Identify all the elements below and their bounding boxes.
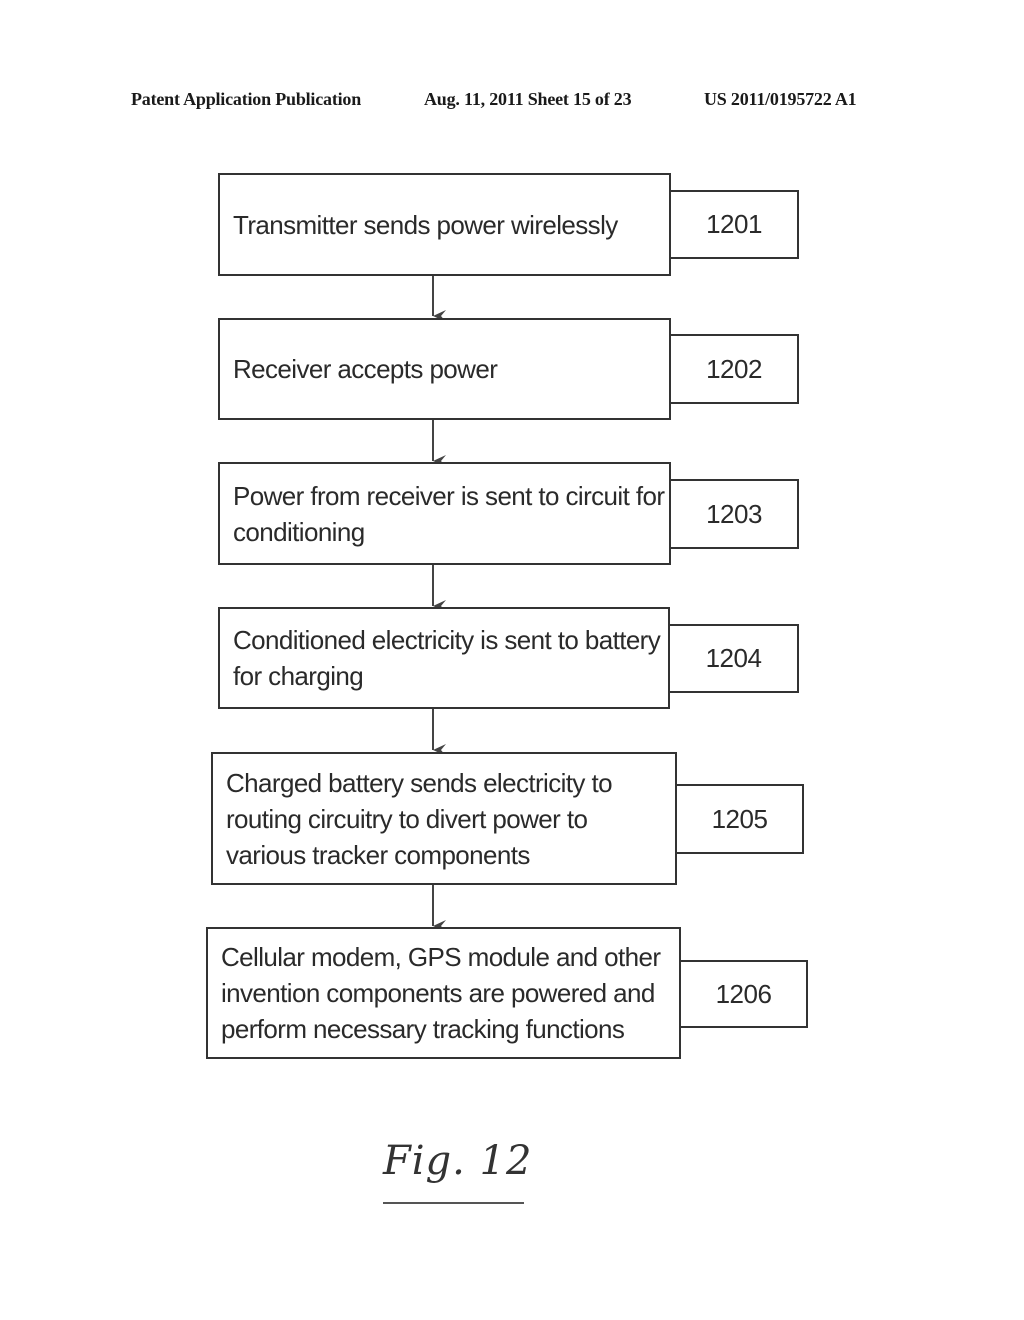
step-box-1202: Receiver accepts power (218, 318, 671, 420)
ref-label-1204: 1204 (668, 624, 799, 693)
step-text-line-3: perform necessary tracking functions (221, 1014, 625, 1044)
step-text-line-1: Charged battery sends electricity to (226, 767, 613, 798)
step-box-1201: Transmitter sends power wirelessly (218, 173, 671, 276)
ref-label-1202: 1202 (669, 334, 799, 404)
figure-label-underline (383, 1202, 524, 1204)
step-text-line-2: for charging (233, 661, 364, 691)
ref-label-1201: 1201 (669, 190, 799, 259)
step-text-line-1: Conditioned electricity is sent to batte… (233, 625, 661, 655)
ref-label-1203: 1203 (669, 479, 799, 549)
step-text-line-2: conditioning (233, 516, 365, 547)
step-text-line-3: various tracker components (226, 839, 530, 870)
step-box-1203: Power from receiver is sent to circuit f… (218, 462, 671, 565)
step-text-line-1: Cellular modem, GPS module and other (221, 942, 661, 972)
ref-label-1205: 1205 (675, 784, 804, 854)
ref-label-1206: 1206 (679, 960, 808, 1028)
step-text-line-1: Power from receiver is sent to circuit f… (233, 480, 665, 511)
step-box-1204: Conditioned electricity is sent to batte… (218, 607, 670, 709)
step-text: Receiver accepts power (233, 354, 498, 384)
step-text: Transmitter sends power wirelessly (233, 209, 618, 240)
step-box-1206: Cellular modem, GPS module and other inv… (206, 927, 681, 1059)
figure-label: Fig. 12 (383, 1138, 533, 1184)
step-text-line-2: invention components are powered and (221, 978, 655, 1008)
step-box-1205: Charged battery sends electricity to rou… (211, 752, 677, 885)
step-text-line-2: routing circuitry to divert power to (226, 803, 588, 834)
